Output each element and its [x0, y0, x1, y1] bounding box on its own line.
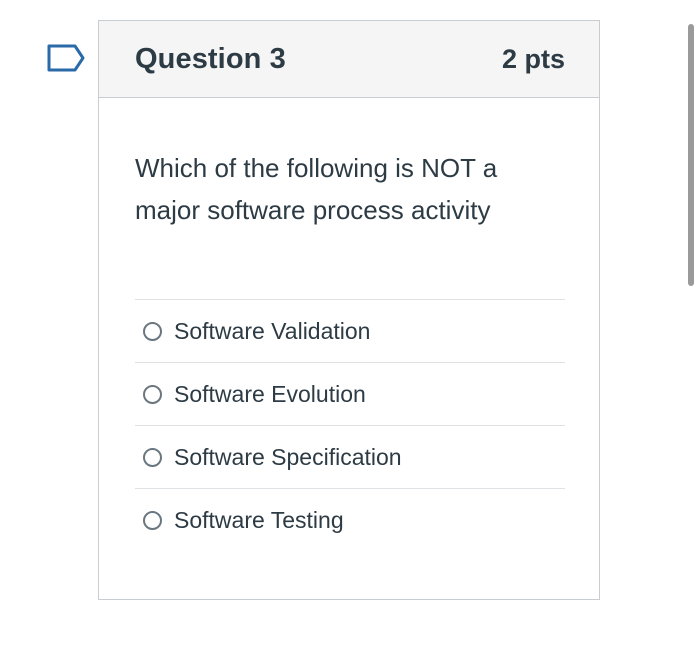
question-header: Question 3 2 pts	[99, 21, 599, 98]
radio-button[interactable]	[143, 447, 162, 467]
answer-label: Software Validation	[174, 317, 371, 344]
answer-options: Software Validation Software Evolution S…	[135, 299, 565, 552]
question-title: Question 3	[135, 42, 286, 75]
question-points: 2 pts	[501, 43, 565, 74]
flag-icon[interactable]	[47, 44, 85, 72]
answer-option[interactable]: Software Specification	[135, 426, 565, 489]
answer-label: Software Evolution	[174, 380, 366, 407]
quiz-page: Question 3 2 pts Which of the following …	[0, 0, 700, 649]
question-body: Which of the following is NOT a major so…	[99, 98, 599, 552]
question-text: Which of the following is NOT a major so…	[135, 153, 498, 225]
answer-option[interactable]: Software Evolution	[135, 363, 565, 426]
vertical-scrollbar[interactable]	[688, 24, 694, 286]
answer-option[interactable]: Software Testing	[135, 489, 565, 552]
answer-label: Software Specification	[174, 443, 402, 470]
answer-label: Software Testing	[174, 507, 344, 533]
radio-button[interactable]	[143, 511, 162, 530]
radio-button[interactable]	[143, 321, 162, 341]
answer-option[interactable]: Software Validation	[135, 300, 565, 363]
radio-button[interactable]	[143, 384, 162, 404]
question-card: Question 3 2 pts Which of the following …	[98, 20, 600, 600]
